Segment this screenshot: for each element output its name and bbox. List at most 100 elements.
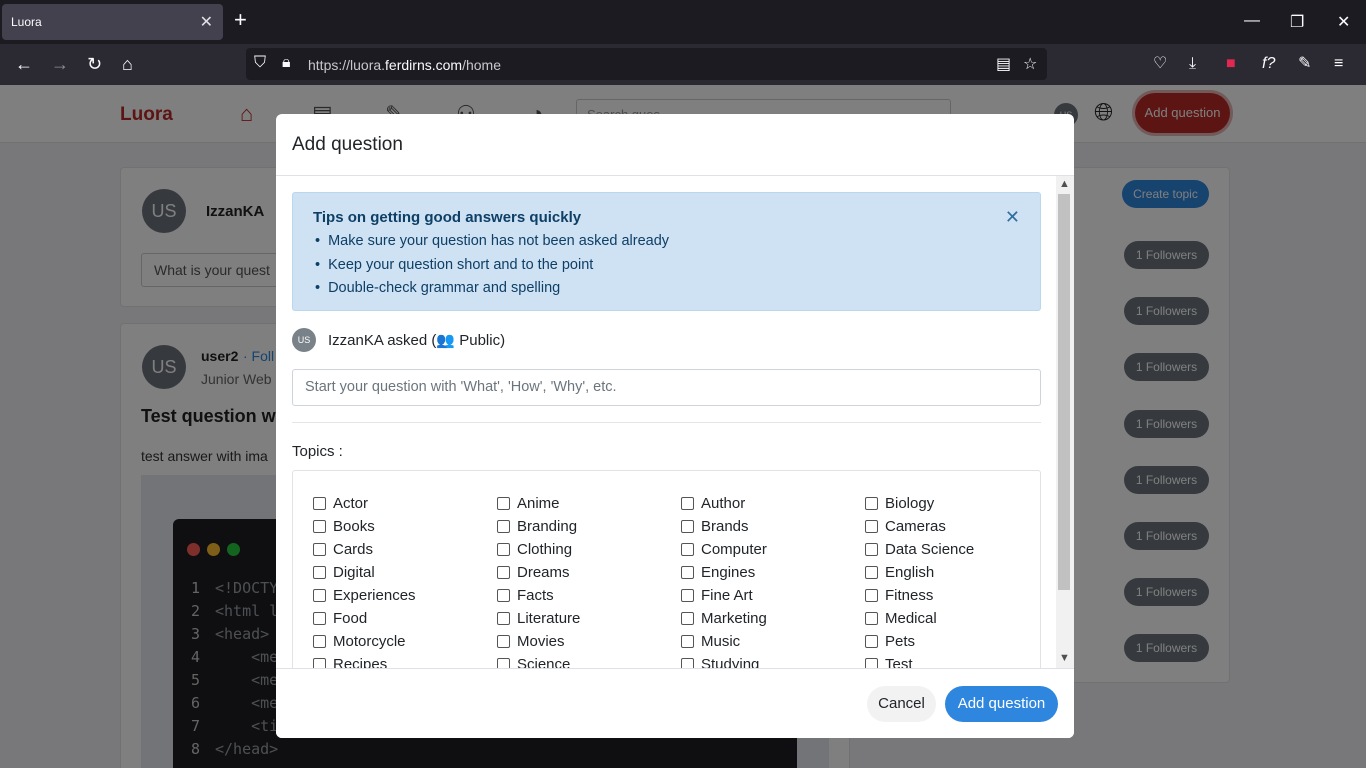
shield-icon[interactable]: ⛉ <box>254 54 266 72</box>
checkbox[interactable] <box>681 589 694 602</box>
modal-scrollbar[interactable]: ▲ ▼ <box>1056 176 1074 668</box>
checkbox[interactable] <box>681 566 694 579</box>
tips-alert: Tips on getting good answers quickly Mak… <box>292 192 1041 311</box>
extension-shield-icon[interactable]: ■ <box>1226 55 1236 73</box>
checkbox[interactable] <box>313 520 326 533</box>
bookmark-star-icon[interactable]: ☆ <box>1023 54 1037 74</box>
checkbox[interactable] <box>865 543 878 556</box>
checkbox[interactable] <box>313 658 326 668</box>
tab-close-icon[interactable]: ✕ <box>200 12 213 32</box>
topic-label: Movies <box>517 633 565 650</box>
checkbox[interactable] <box>865 658 878 668</box>
checkbox[interactable] <box>313 635 326 648</box>
modal-body: Tips on getting good answers quickly Mak… <box>276 176 1074 668</box>
topic-label: Author <box>701 495 746 512</box>
tip-item: Double-check grammar and spelling <box>315 280 669 304</box>
restore-icon[interactable]: ❐ <box>1290 12 1304 32</box>
question-input[interactable]: Start your question with 'What', 'How', … <box>292 369 1041 406</box>
download-icon[interactable]: ⤓ <box>1189 55 1196 73</box>
topics-label: Topics : <box>292 443 343 460</box>
asker-text[interactable]: IzzanKA asked (👥 Public) <box>328 331 505 349</box>
lock-icon[interactable]: 🔒︎ <box>282 54 291 72</box>
browser-tab[interactable]: Luora ✕ <box>2 4 223 40</box>
scroll-up-icon[interactable]: ▲ <box>1059 178 1070 190</box>
forward-icon[interactable]: → <box>51 55 69 73</box>
topic-label: Computer <box>701 541 767 558</box>
minimize-icon[interactable]: — <box>1244 12 1260 30</box>
tip-item: Make sure your question has not been ask… <box>315 233 669 257</box>
checkbox[interactable] <box>865 497 878 510</box>
topic-label: Anime <box>517 495 560 512</box>
topic-label: Music <box>701 633 741 650</box>
checkbox[interactable] <box>313 566 326 579</box>
topic-label: Dreams <box>517 564 570 581</box>
checkbox[interactable] <box>865 589 878 602</box>
checkbox[interactable] <box>865 635 878 648</box>
back-icon[interactable]: ← <box>15 55 33 73</box>
checkbox[interactable] <box>497 589 510 602</box>
checkbox[interactable] <box>313 497 326 510</box>
close-icon[interactable]: ✕ <box>1005 207 1020 228</box>
reload-icon[interactable]: ↻ <box>87 55 102 73</box>
topic-label: Recipes <box>333 656 388 668</box>
topic-label: Digital <box>333 564 375 581</box>
topic-label: Test <box>885 656 913 668</box>
new-tab-button[interactable]: + <box>234 9 247 31</box>
topic-label: Experiences <box>333 587 416 604</box>
tips-list: Make sure your question has not been ask… <box>315 233 669 304</box>
topic-label: Fine Art <box>701 587 753 604</box>
topic-label: Facts <box>517 587 554 604</box>
checkbox[interactable] <box>497 520 510 533</box>
checkbox[interactable] <box>681 635 694 648</box>
checkbox[interactable] <box>865 520 878 533</box>
checkbox[interactable] <box>497 497 510 510</box>
add-question-modal: Add question Tips on getting good answer… <box>276 114 1074 738</box>
topic-label: Cards <box>333 541 374 558</box>
topic-label: Brands <box>701 518 749 535</box>
checkbox[interactable] <box>681 658 694 668</box>
checkbox[interactable] <box>681 497 694 510</box>
checkbox[interactable] <box>313 589 326 602</box>
checkbox[interactable] <box>497 658 510 668</box>
checkbox[interactable] <box>865 566 878 579</box>
modal-title: Add question <box>292 134 403 155</box>
browser-nav-bar: ← → ↻ ⌂ ⛉ 🔒︎ https://luora.ferdirns.com/… <box>0 44 1366 85</box>
pen-extension-icon[interactable]: ✎ <box>1298 55 1311 73</box>
close-window-icon[interactable]: ✕ <box>1337 12 1350 32</box>
url-text[interactable]: https://luora.ferdirns.com/home <box>308 57 501 73</box>
menu-icon[interactable]: ≡ <box>1334 55 1343 73</box>
topic-label: Medical <box>885 610 937 627</box>
tip-item: Keep your question short and to the poin… <box>315 257 669 281</box>
topic-label: Biology <box>885 495 935 512</box>
scrollbar-thumb[interactable] <box>1058 194 1070 590</box>
topic-label: Fitness <box>885 587 934 604</box>
checkbox[interactable] <box>497 566 510 579</box>
checkbox[interactable] <box>681 612 694 625</box>
reader-view-icon[interactable]: ▤ <box>996 54 1011 74</box>
topic-label: Studying <box>701 656 760 668</box>
topic-label: Motorcycle <box>333 633 406 650</box>
checkbox[interactable] <box>313 612 326 625</box>
checkbox[interactable] <box>497 612 510 625</box>
home-icon[interactable]: ⌂ <box>122 55 133 73</box>
url-bar[interactable]: ⛉ 🔒︎ https://luora.ferdirns.com/home ▤ ☆ <box>246 48 1047 80</box>
pocket-icon[interactable]: ♡ <box>1153 55 1167 73</box>
browser-tab-bar: Luora ✕ + — ❐ ✕ <box>0 0 1366 44</box>
checkbox[interactable] <box>497 543 510 556</box>
topic-label: Literature <box>517 610 581 627</box>
checkbox[interactable] <box>313 543 326 556</box>
tab-title: Luora <box>11 15 42 29</box>
scroll-down-icon[interactable]: ▼ <box>1059 652 1070 664</box>
topic-label: English <box>885 564 935 581</box>
topics-checkbox-grid: Actor Anime Author Biology Books Branding Bran… <box>292 470 1041 668</box>
divider <box>292 422 1041 423</box>
function-extension-icon[interactable]: f? <box>1262 55 1275 73</box>
checkbox[interactable] <box>865 612 878 625</box>
cancel-button[interactable]: Cancel <box>867 686 936 722</box>
checkbox[interactable] <box>681 543 694 556</box>
topic-label: Data Science <box>885 541 975 558</box>
checkbox[interactable] <box>681 520 694 533</box>
add-question-button[interactable]: Add question <box>945 686 1058 722</box>
topic-label: Actor <box>333 495 369 512</box>
checkbox[interactable] <box>497 635 510 648</box>
